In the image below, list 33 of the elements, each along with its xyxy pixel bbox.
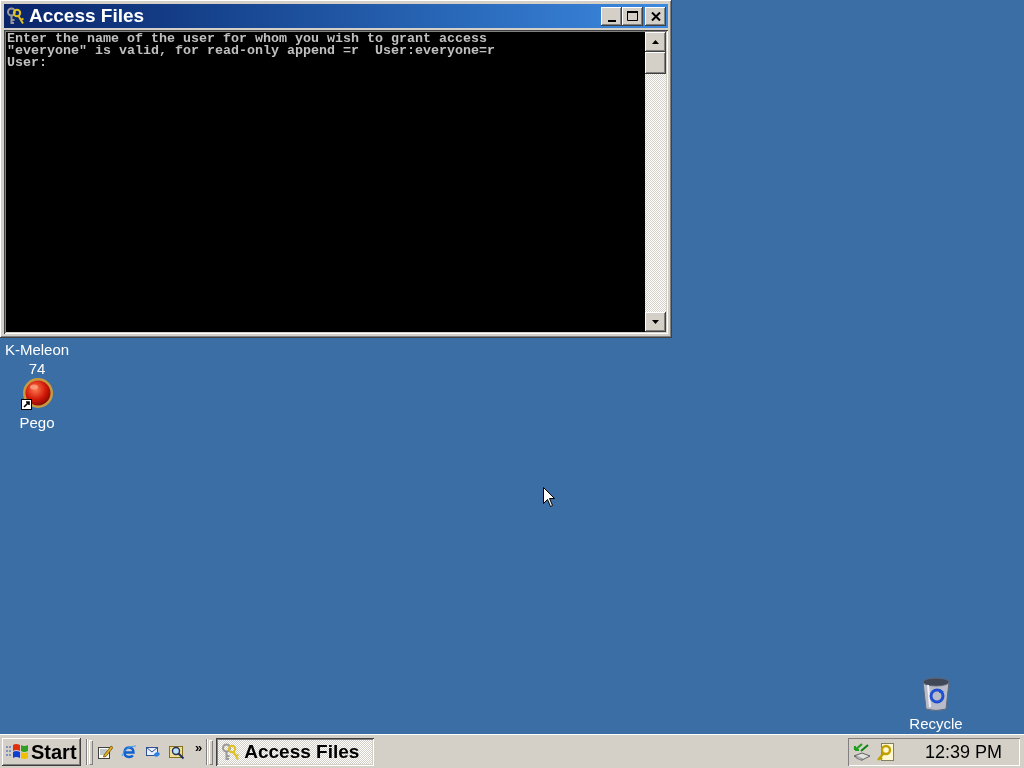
- window-title: Access Files: [29, 4, 145, 28]
- bin-icon[interactable]: [921, 677, 951, 711]
- scroll-up-button[interactable]: [645, 32, 666, 52]
- search-icon[interactable]: [169, 743, 185, 760]
- start-button[interactable]: Start: [2, 737, 81, 766]
- pencil-page-icon[interactable]: [97, 743, 113, 760]
- minimize-icon: [607, 19, 616, 22]
- cursor-icon: [543, 487, 555, 507]
- console-line: User:: [7, 57, 47, 69]
- arrows-computer-icon[interactable]: [852, 741, 872, 762]
- icon-label[interactable]: Recycle: [909, 714, 963, 733]
- console-line: Enter the name of the user for whom you wish to grant access: [7, 33, 487, 45]
- scrollbar-thumb[interactable]: [645, 52, 666, 74]
- down-arrow-icon: [652, 320, 659, 324]
- more-chevron[interactable]: »: [195, 741, 203, 754]
- up-arrow-icon: [652, 40, 659, 44]
- keys-icon: [221, 742, 240, 761]
- scroll-down-button[interactable]: [645, 312, 666, 332]
- e-letter-icon[interactable]: [121, 743, 137, 760]
- minimize-button[interactable]: [601, 6, 622, 26]
- close-button[interactable]: [645, 6, 666, 26]
- ball-shortcut-icon[interactable]: [21, 378, 53, 410]
- maximize-icon: [627, 11, 638, 21]
- key-icon[interactable]: [876, 742, 894, 761]
- maximize-button[interactable]: [622, 6, 643, 26]
- console-line: "everyone" is valid, for read-only append =r User:everyone=r: [7, 45, 495, 57]
- keys-icon: [6, 7, 24, 25]
- icon-label[interactable]: Pego: [19, 413, 55, 432]
- taskbar-button[interactable]: Access Files: [216, 737, 375, 766]
- clock: 12:39 PM: [924, 742, 1002, 761]
- close-icon: [650, 11, 661, 21]
- icon-label[interactable]: K-Meleon 74: [0, 340, 74, 378]
- windows-flag-icon: [6, 742, 28, 761]
